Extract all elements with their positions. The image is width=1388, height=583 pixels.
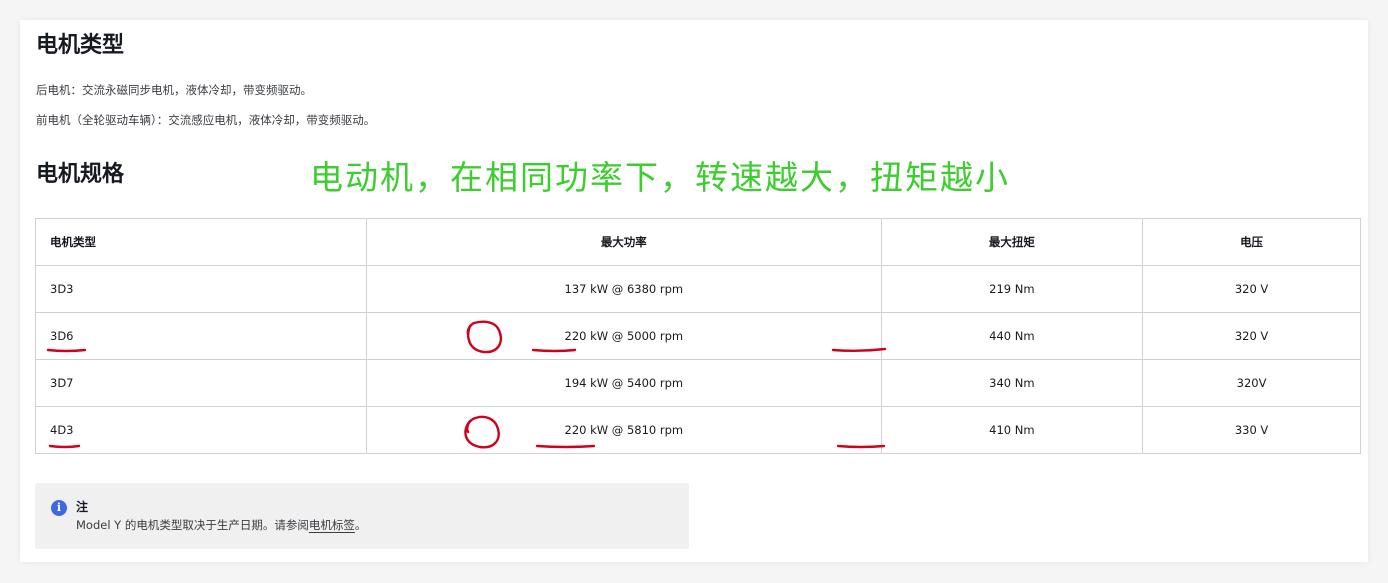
- motor-type-heading: 电机类型: [36, 33, 125, 58]
- motor-specs-table: 电机类型 最大功率 最大扭矩 电压 3D3 137 kW @ 6380 rpm …: [35, 218, 1361, 454]
- cell-voltage: 330 V: [1142, 406, 1361, 454]
- table-row: 3D6 220 kW @ 5000 rpm 440 Nm 320 V: [35, 312, 1361, 360]
- cell-max-torque: 440 Nm: [880, 312, 1144, 360]
- note-text-before: Model Y 的电机类型取决于生产日期。请参阅: [76, 518, 309, 532]
- cell-voltage: 320V: [1142, 359, 1361, 407]
- table-row: 4D3 220 kW @ 5810 rpm 410 Nm 330 V: [35, 406, 1361, 454]
- motor-specs-heading: 电机规格: [36, 162, 125, 187]
- rear-motor-description: 后电机：交流永磁同步电机，液体冷却，带变频驱动。: [36, 83, 312, 97]
- note-text: Model Y 的电机类型取决于生产日期。请参阅电机标签。: [76, 517, 366, 533]
- motor-label-link[interactable]: 电机标签: [309, 518, 355, 532]
- header-max-power: 最大功率: [366, 218, 882, 266]
- header-max-torque: 最大扭矩: [880, 218, 1144, 266]
- front-motor-description: 前电机（全轮驱动车辆）：交流感应电机，液体冷却，带变频驱动。: [36, 113, 376, 127]
- note-box: i 注 Model Y 的电机类型取决于生产日期。请参阅电机标签。: [35, 483, 689, 549]
- cell-motor-type: 4D3: [35, 406, 367, 454]
- cell-voltage: 320 V: [1142, 265, 1361, 313]
- header-motor-type: 电机类型: [35, 218, 367, 266]
- handwritten-annotation: 电动机，在相同功率下，转速越大，扭矩越小: [310, 158, 1010, 197]
- table-row: 3D7 194 kW @ 5400 rpm 340 Nm 320V: [35, 359, 1361, 407]
- cell-max-torque: 340 Nm: [880, 359, 1144, 407]
- cell-max-torque: 219 Nm: [880, 265, 1144, 313]
- content-card: 电机类型 后电机：交流永磁同步电机，液体冷却，带变频驱动。 前电机（全轮驱动车辆…: [20, 20, 1368, 562]
- cell-motor-type: 3D3: [35, 265, 367, 313]
- table-header-row: 电机类型 最大功率 最大扭矩 电压: [35, 218, 1361, 266]
- cell-max-power: 194 kW @ 5400 rpm: [366, 359, 882, 407]
- cell-max-power: 220 kW @ 5810 rpm: [366, 406, 882, 454]
- cell-max-power: 220 kW @ 5000 rpm: [366, 312, 882, 360]
- header-voltage: 电压: [1142, 218, 1361, 266]
- cell-voltage: 320 V: [1142, 312, 1361, 360]
- cell-motor-type: 3D7: [35, 359, 367, 407]
- info-icon: i: [51, 500, 67, 516]
- note-text-after: 。: [354, 518, 367, 532]
- cell-max-torque: 410 Nm: [880, 406, 1144, 454]
- cell-max-power: 137 kW @ 6380 rpm: [366, 265, 882, 313]
- cell-motor-type: 3D6: [35, 312, 367, 360]
- note-title: 注: [76, 500, 89, 514]
- table-row: 3D3 137 kW @ 6380 rpm 219 Nm 320 V: [35, 265, 1361, 313]
